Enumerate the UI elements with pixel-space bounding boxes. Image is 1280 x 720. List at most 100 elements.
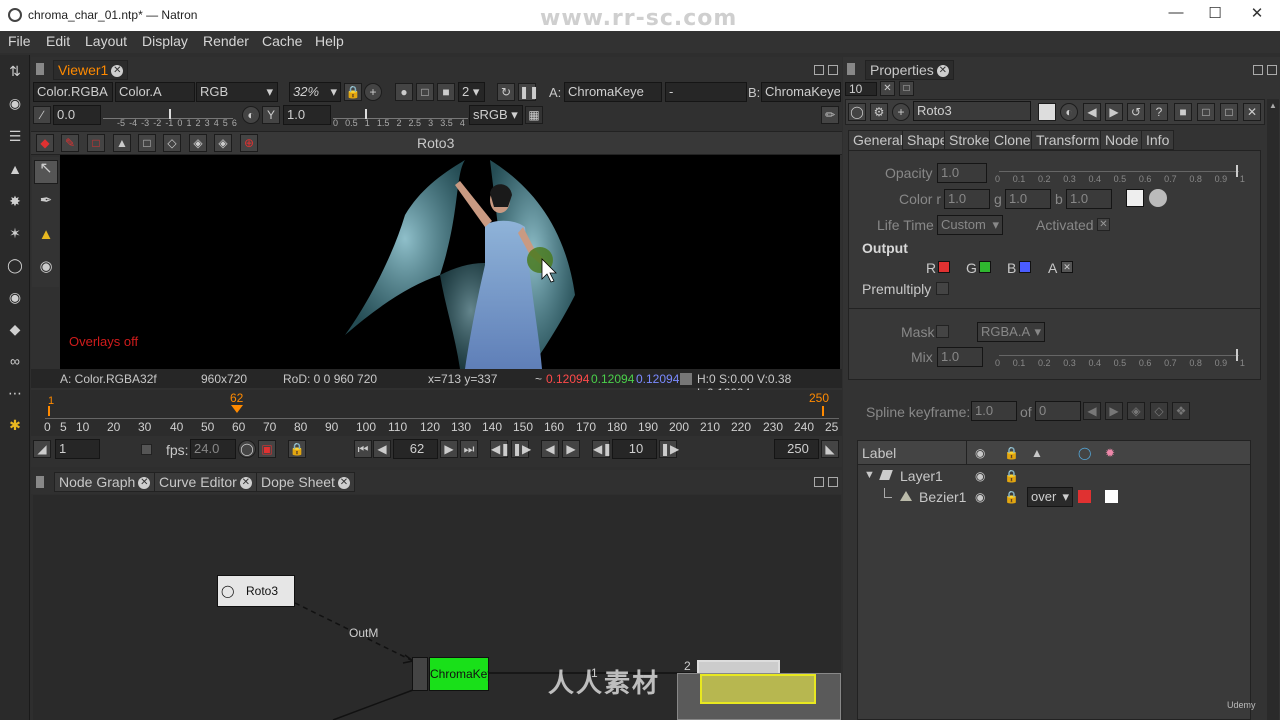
remove-keyframe-icon[interactable]: ◇ (1150, 402, 1168, 420)
bezier1-label[interactable]: Bezier1 (919, 489, 966, 505)
menu-display[interactable]: Display (142, 33, 188, 49)
roto-bbox-icon[interactable]: □ (87, 134, 105, 152)
bezier1-lock-icon[interactable]: 🔒 (1004, 490, 1019, 504)
rewind-increment-button[interactable]: ◀❚ (592, 440, 612, 458)
bezier1-visibility-icon[interactable]: ◉ (975, 490, 985, 504)
opacity-input[interactable]: 1.0 (937, 163, 987, 183)
play-backward-button[interactable]: ◀ (373, 440, 391, 458)
tab-info[interactable]: Info (1141, 130, 1175, 150)
fps-input[interactable]: 24.0 (190, 439, 236, 459)
color-b-input[interactable]: 1.0 (1066, 189, 1112, 209)
output-r-checkbox[interactable] (938, 261, 950, 273)
menu-edit[interactable]: Edit (46, 33, 70, 49)
menu-render[interactable]: Render (203, 33, 249, 49)
pane-menu-icon[interactable] (847, 63, 855, 75)
navigator-minimap[interactable] (677, 673, 841, 720)
close-panel-icon[interactable]: ✕ (1243, 103, 1261, 121)
first-frame-input[interactable]: 1 (55, 439, 100, 459)
transform-nodes-icon[interactable]: ◆ (5, 321, 25, 339)
bezier1-color[interactable] (1105, 490, 1118, 503)
draw-nodes-icon[interactable]: ◉ (5, 95, 25, 113)
undo-icon[interactable]: ◀ (1083, 103, 1101, 121)
tab-properties[interactable]: Properties ✕ (865, 60, 954, 80)
previous-frame-button[interactable]: ◀❚ (490, 440, 510, 458)
roto3-node[interactable]: ◯ Roto3 (217, 575, 295, 607)
roto-smooth-icon[interactable]: ◈ (189, 134, 207, 152)
tab-node-graph[interactable]: Node Graph ✕ (54, 472, 156, 492)
set-out-point-icon[interactable]: ◣ (821, 440, 839, 458)
color-picker-icon[interactable] (1149, 189, 1167, 207)
add-keyframe-icon[interactable]: ◈ (1127, 402, 1145, 420)
layer1-visibility-icon[interactable]: ◉ (975, 469, 985, 483)
clone-tool-icon[interactable]: ◉ (34, 259, 58, 283)
float-pane-icon[interactable] (814, 477, 824, 487)
input-a-select[interactable]: ChromaKeye (564, 82, 662, 102)
roto-target-icon[interactable]: ⊕ (240, 134, 258, 152)
pin-icon[interactable]: ✏ (821, 106, 839, 124)
play-forward-button[interactable]: ▶ (440, 440, 458, 458)
autocontrast-icon[interactable]: ◐ (242, 106, 260, 124)
close-pane-icon[interactable] (1267, 65, 1277, 75)
image-nodes-icon[interactable]: ⇅ (5, 63, 25, 81)
forward-increment-button[interactable]: ❚▶ (659, 440, 679, 458)
opacity-slider[interactable]: 0 0.1 0.2 0.3 0.4 0.5 0.6 0.7 0.8 0.9 1 (995, 163, 1245, 185)
gamma-slider[interactable]: 0 0.5 1 1.5 2 2.5 3 3.5 4 (333, 106, 468, 128)
other-nodes-icon[interactable]: ⋯ (5, 385, 25, 403)
plugins-icon[interactable]: ✱ (5, 417, 25, 435)
set-in-point-icon[interactable]: ◢ (33, 440, 51, 458)
minimize-button[interactable]: — (1161, 4, 1191, 26)
last-frame-input[interactable]: 250 (774, 439, 819, 459)
current-frame-input[interactable]: 62 (393, 439, 438, 459)
output-a-checkbox[interactable]: ✕ (1061, 261, 1073, 273)
select-tool-icon[interactable]: ↖ (34, 160, 58, 184)
merge-nodes-icon[interactable]: ◉ (5, 289, 25, 307)
float-panel-icon[interactable]: □ (1197, 103, 1215, 121)
gradient-tool-icon[interactable]: ▲ (34, 227, 58, 251)
display-channels-select[interactable]: RGB ▾ (196, 82, 278, 102)
refresh-icon[interactable]: ↻ (497, 83, 515, 101)
mix-slider[interactable]: 0 0.1 0.2 0.3 0.4 0.5 0.6 0.7 0.8 0.9 1 (995, 347, 1245, 369)
tab-stroke[interactable]: Stroke (944, 130, 995, 150)
tab-node[interactable]: Node (1100, 130, 1144, 150)
render-scale-icon[interactable]: ■ (437, 83, 455, 101)
hide-unmodified-icon[interactable]: ■ (1174, 103, 1192, 121)
fps-checkbox[interactable] (141, 444, 152, 455)
roto-feather-icon[interactable]: ▲ (113, 134, 131, 152)
alpha-channel-select[interactable]: Color.A (115, 82, 195, 102)
menu-cache[interactable]: Cache (262, 33, 302, 49)
minimize-panels-icon[interactable]: □ (899, 81, 914, 96)
channel-nodes-icon[interactable]: ▲ (5, 161, 25, 179)
menu-layout[interactable]: Layout (85, 33, 127, 49)
color-r-input[interactable]: 1.0 (944, 189, 990, 209)
pane-menu-icon[interactable] (36, 63, 44, 75)
gamma-toggle[interactable]: Y (262, 106, 280, 124)
roi-icon[interactable]: ● (395, 83, 413, 101)
color-nodes-icon[interactable]: ✸ (5, 193, 25, 211)
close-tab-icon[interactable]: ✕ (239, 477, 252, 490)
node-graph-canvas[interactable]: ◯ Roto3 OutM ChromaKeye 1 2 人人素材 (33, 495, 841, 720)
checkerboard-icon[interactable]: ▦ (525, 106, 543, 124)
max-panels-input[interactable]: 10 (845, 82, 877, 96)
menu-file[interactable]: File (8, 33, 31, 49)
prev-keyframe-icon[interactable]: ◀ (1083, 402, 1101, 420)
filter-nodes-icon[interactable]: ✶ (5, 225, 25, 243)
float-pane-icon[interactable] (1253, 65, 1263, 75)
node-name-input[interactable]: Roto3 (913, 101, 1031, 121)
multiview-nodes-icon[interactable]: ∞ (5, 353, 25, 371)
tab-dope-sheet[interactable]: Dope Sheet ✕ (256, 472, 355, 492)
first-frame-button[interactable]: ⏮ (354, 440, 372, 458)
lock-zoom-icon[interactable]: 🔒 (344, 83, 362, 101)
mask-channel-select[interactable]: RGBA.A ▾ (977, 322, 1045, 342)
keyer-nodes-icon[interactable]: ◯ (5, 257, 25, 275)
turbo-mode-icon[interactable]: ◯ (238, 440, 256, 458)
mask-checkbox[interactable] (936, 325, 949, 338)
roto-rect-icon[interactable]: □ (138, 134, 156, 152)
close-pane-icon[interactable] (828, 65, 838, 75)
layer1-label[interactable]: Layer1 (900, 468, 943, 484)
in-point-icon[interactable] (48, 406, 50, 416)
color-g-input[interactable]: 1.0 (1005, 189, 1051, 209)
time-nodes-icon[interactable]: ☰ (5, 128, 25, 146)
center-node-icon[interactable]: + (892, 103, 910, 121)
zoom-select[interactable]: 32% ▾ (289, 82, 341, 102)
next-frame-button[interactable]: ❚▶ (511, 440, 531, 458)
